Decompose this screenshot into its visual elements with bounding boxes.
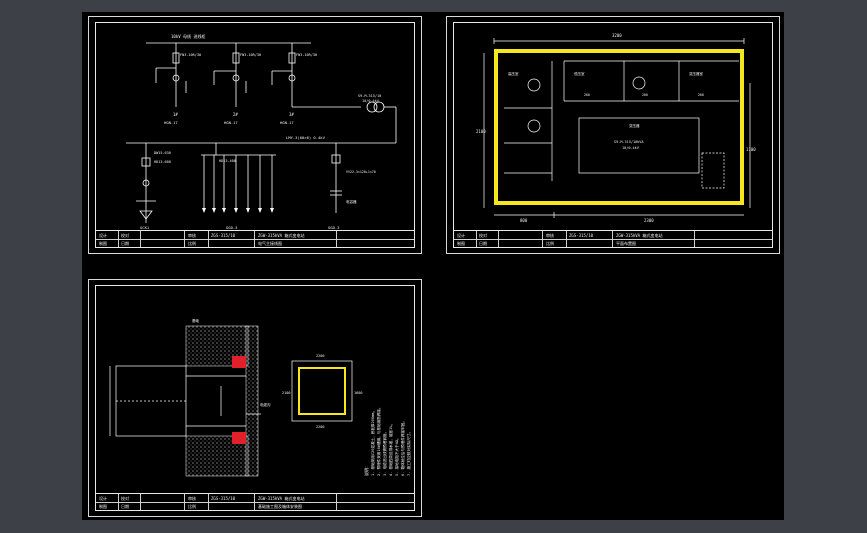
feeder-left-2: HD13-400: [219, 159, 236, 163]
drawing-frame: 3200 2100 1100 800 2300 高压室 低压室 变压器室 变压器…: [453, 22, 773, 248]
sheet-floor-plan[interactable]: 3200 2100 1100 800 2300 高压室 低压室 变压器室 变压器…: [446, 16, 780, 254]
tb-cell: ZGW-315kVA 箱式变电站: [258, 496, 305, 501]
tb-cell: ZGW-315kVA 箱式变电站: [616, 233, 663, 238]
note-2: 2. 预埋件采用10#槽钢，与基础钢筋焊接。: [376, 406, 381, 476]
tb-cell: 日期: [121, 241, 129, 246]
fuse-label-1: FN3-10R/30: [180, 53, 201, 57]
room-label-lv: 低压室: [574, 71, 585, 76]
tb-drawing-name: 电气主接线图: [258, 241, 282, 246]
transformer-box-label: 变压器: [629, 123, 640, 128]
note-3: 3. 电缆进出线需预埋钢管。: [382, 430, 387, 476]
room-label-tr: 变压器室: [689, 71, 703, 76]
dim-left: 2100: [476, 129, 486, 134]
transformer-text2: 10/0.4kV: [622, 146, 640, 150]
tb-cell: ZGS-315/10: [211, 496, 236, 501]
side-label-1: 基础: [192, 318, 199, 323]
busbar-top-label: 10kV 母线 进线柜: [171, 33, 205, 39]
notes-title: 说明：: [363, 464, 369, 476]
note-4: 4. 基础四周设排水坡，坡度1%。: [388, 422, 393, 476]
tb-cell: 设计: [99, 233, 107, 238]
red-marker-bottom: [232, 432, 246, 444]
tb-cell: ZGS-315/10: [211, 233, 236, 238]
tb-cell: 制图: [99, 504, 107, 509]
highlighted-outline: [494, 49, 744, 205]
tb-cell: 设计: [99, 496, 107, 501]
tb-cell: 比例: [188, 504, 196, 509]
note-1: 1. 基础采用C20混凝土，底板厚200mm。: [370, 409, 375, 476]
sheet-single-line-diagram[interactable]: 10kV 母线 进线柜 FN3-10R/30 FN3-10R/30 FN3-10…: [88, 16, 422, 254]
main-breaker-label: DW15-630: [154, 151, 171, 155]
tb-cell: ZGW-315kVA 箱式变电站: [258, 233, 305, 238]
box-outline: [298, 367, 346, 415]
dim-box-left: 2100: [282, 391, 290, 395]
fuse-label-2: FN3-10R/30: [240, 53, 261, 57]
tb-cell: 校对: [121, 233, 129, 238]
dim-small-2: 200: [642, 93, 648, 97]
dim-top: 3200: [612, 33, 622, 38]
switch-label-3: 3#: [289, 112, 294, 117]
cad-viewport[interactable]: 10kV 母线 进线柜 FN3-10R/30 FN3-10R/30 FN3-10…: [82, 12, 784, 520]
tb-cell: 日期: [121, 504, 129, 509]
dim-box-bottom: 2200: [316, 425, 324, 429]
transformer-label: S9-M-315/10: [358, 94, 381, 98]
title-block: 设计 校对 审核 ZGS-315/10 ZGW-315kVA 箱式变电站 制图 …: [96, 230, 414, 247]
tb-drawing-name: 基础施工图及箱体安装图: [258, 504, 302, 509]
drawing-frame: 10kV 母线 进线柜 FN3-10R/30 FN3-10R/30 FN3-10…: [95, 22, 415, 248]
note-5: 5. 接地电阻不大于4Ω。: [394, 436, 399, 476]
fuse-label-3: FN3-10R/30: [296, 53, 317, 57]
note-7: 7. 施工时应核对实际尺寸。: [406, 430, 411, 476]
room-label-hv: 高压室: [508, 71, 519, 76]
tb-cell: 设计: [457, 233, 465, 238]
tb-cell: 比例: [546, 241, 554, 246]
tb-cell: ZGS-315/10: [569, 233, 594, 238]
tb-drawing-name: 平面布置图: [616, 241, 636, 246]
tb-cell: 审核: [188, 233, 196, 238]
dim-box-top: 2200: [316, 354, 324, 358]
tb-cell: 校对: [121, 496, 129, 501]
side-label-2: 电缆沟: [260, 402, 271, 407]
dim-bottom-1: 800: [520, 218, 528, 223]
lv-busbar-label: LMY-3(60×6) 0.4kV: [286, 135, 326, 140]
tb-cell: 制图: [99, 241, 107, 246]
floor-plan: 3200 2100 1100 800 2300 高压室 低压室 变压器室 变压器…: [476, 33, 756, 223]
switch-type-2: HGN-17: [224, 120, 238, 125]
tb-cell: 审核: [188, 496, 196, 501]
single-line-diagram: 10kV 母线 进线柜 FN3-10R/30 FN3-10R/30 FN3-10…: [126, 33, 397, 230]
sheet-foundation[interactable]: 基础 电缆沟 2200 2100 2200 1600 说明： 1. 基础采用C2…: [88, 279, 422, 517]
red-marker-top: [232, 356, 246, 368]
switch-label-1: 1#: [173, 112, 178, 117]
title-block: 设计 校对 审核 ZGS-315/10 ZGW-315kVA 箱式变电站 制图 …: [454, 230, 772, 247]
feeder-left-1: HD13-600: [154, 160, 171, 164]
dim-small-1: 200: [584, 93, 590, 97]
foundation-drawing: 基础 电缆沟 2200 2100 2200 1600 说明： 1. 基础采用C2…: [109, 318, 411, 477]
tb-cell: 比例: [188, 241, 196, 246]
title-block: 设计 校对 审核 ZGS-315/10 ZGW-315kVA 箱式变电站 制图 …: [96, 493, 414, 510]
switch-type-1: HGN-17: [164, 120, 178, 125]
note-6: 6. 箱体就位后与预埋件焊接牢固。: [400, 419, 405, 476]
tb-cell: 审核: [546, 233, 554, 238]
cable-label: VV22-3×120+1×70: [346, 170, 376, 174]
tb-cell: 日期: [479, 241, 487, 246]
drawing-frame: 基础 电缆沟 2200 2100 2200 1600 说明： 1. 基础采用C2…: [95, 285, 415, 511]
switch-type-3: HGN-17: [280, 120, 294, 125]
transformer-text: S9-M-315/10kVA: [614, 140, 644, 144]
capacitor-label: 电容器: [346, 199, 357, 204]
dim-box-right: 1600: [354, 391, 362, 395]
notes-block: 说明： 1. 基础采用C20混凝土，底板厚200mm。 2. 预埋件采用10#槽…: [363, 406, 411, 476]
dim-right: 1100: [746, 147, 756, 152]
dim-bottom-2: 2300: [644, 218, 654, 223]
switch-label-2: 2#: [233, 112, 238, 117]
dim-small-3: 200: [698, 93, 704, 97]
transformer-sub: 10/0.4kV: [362, 99, 380, 103]
tb-cell: 制图: [457, 241, 465, 246]
tb-cell: 校对: [479, 233, 487, 238]
